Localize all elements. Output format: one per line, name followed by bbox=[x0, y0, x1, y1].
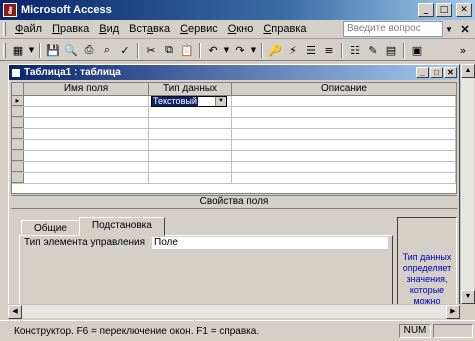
data-type-cell[interactable]: Текстовый ▼ bbox=[149, 96, 232, 107]
status-bar: Конструктор. F6 = переключение окон. F1 … bbox=[0, 320, 475, 341]
table-row[interactable] bbox=[12, 118, 456, 129]
vertical-scrollbar[interactable]: ▲ ▼ bbox=[460, 64, 475, 304]
doc-close-button[interactable]: ✕ bbox=[444, 67, 457, 78]
standard-toolbar: ▦ ▼ 💾 🔍 ⎙ ⌕ ✓ ✂ ⧉ 📋 ↶ ▼ ↷ ▼ 🔑 ⚡ ☰ ≡ ☷ ✎ … bbox=[0, 40, 475, 61]
toolbar-grip[interactable] bbox=[3, 42, 6, 58]
menu-file[interactable]: Файл bbox=[10, 23, 47, 35]
primary-key-icon[interactable]: 🔑 bbox=[267, 42, 283, 58]
undo-dropdown-icon[interactable]: ▼ bbox=[223, 42, 230, 58]
menu-help[interactable]: Справка bbox=[258, 23, 311, 35]
paste-icon[interactable]: 📋 bbox=[179, 42, 195, 58]
doc-minimize-button[interactable]: _ bbox=[416, 67, 429, 78]
insert-rows-icon[interactable]: ☰ bbox=[303, 42, 319, 58]
scroll-up-icon[interactable]: ▲ bbox=[461, 64, 475, 78]
data-type-select[interactable]: Текстовый ▼ bbox=[151, 96, 227, 107]
minimize-button[interactable]: _ bbox=[418, 3, 434, 17]
cut-icon[interactable]: ✂ bbox=[143, 42, 159, 58]
indexes-icon[interactable]: ⚡ bbox=[285, 42, 301, 58]
menu-window[interactable]: Окно bbox=[223, 23, 259, 35]
app-titlebar: ⚷ Microsoft Access _ □ ✕ bbox=[0, 0, 475, 20]
table-row[interactable] bbox=[12, 162, 456, 173]
redo-icon[interactable]: ↷ bbox=[232, 42, 248, 58]
menu-insert[interactable]: Вставка bbox=[124, 23, 175, 35]
toolbar-options-icon[interactable]: » bbox=[455, 42, 471, 58]
view-dropdown-icon[interactable]: ▼ bbox=[28, 42, 35, 58]
view-icon[interactable]: ▦ bbox=[10, 42, 26, 58]
table-row[interactable] bbox=[12, 129, 456, 140]
tab-lookup[interactable]: Подстановка bbox=[78, 217, 165, 236]
scroll-right-icon[interactable]: ▶ bbox=[446, 305, 460, 319]
help-dropdown-icon[interactable]: ▼ bbox=[445, 25, 455, 34]
document-titlebar: Таблица1 : таблица _ □ ✕ bbox=[9, 65, 459, 80]
display-control-label: Тип элемента управления bbox=[24, 237, 146, 248]
print-icon[interactable]: ⎙ bbox=[81, 42, 97, 58]
property-row[interactable]: Тип элемента управления Поле bbox=[24, 237, 388, 249]
grid-header: Имя поля Тип данных Описание bbox=[12, 83, 456, 96]
print-preview-icon[interactable]: ⌕ bbox=[99, 42, 115, 58]
document-title: Таблица1 : таблица bbox=[24, 67, 121, 78]
new-object-icon[interactable]: ▣ bbox=[409, 42, 425, 58]
search-icon[interactable]: 🔍 bbox=[63, 42, 79, 58]
save-icon[interactable]: 💾 bbox=[45, 42, 61, 58]
doc-maximize-button[interactable]: □ bbox=[430, 67, 443, 78]
field-grid: Имя поля Тип данных Описание ▸ Текстовый… bbox=[11, 82, 457, 194]
tab-general[interactable]: Общие bbox=[21, 220, 80, 236]
help-question-input[interactable]: Введите вопрос bbox=[343, 21, 443, 37]
properties-tabs: Общие Подстановка bbox=[21, 217, 165, 236]
property-hint: Тип данных определяет значения, которые … bbox=[397, 217, 457, 309]
header-description[interactable]: Описание bbox=[232, 83, 456, 95]
header-data-type[interactable]: Тип данных bbox=[149, 83, 232, 95]
horizontal-scrollbar[interactable]: ◀ ▶ bbox=[8, 304, 460, 319]
database-window-icon[interactable]: ▤ bbox=[383, 42, 399, 58]
menu-tools[interactable]: Сервис bbox=[175, 23, 223, 35]
app-title: Microsoft Access bbox=[21, 4, 112, 16]
field-properties-bar: Свойства поля bbox=[11, 195, 457, 209]
delete-rows-icon[interactable]: ≡ bbox=[321, 42, 337, 58]
table-row[interactable]: ▸ Текстовый ▼ bbox=[12, 96, 456, 107]
maximize-button[interactable]: □ bbox=[436, 3, 452, 17]
build-icon[interactable]: ✎ bbox=[365, 42, 381, 58]
properties-icon[interactable]: ☷ bbox=[347, 42, 363, 58]
header-field-name[interactable]: Имя поля bbox=[24, 83, 149, 95]
table-row[interactable] bbox=[12, 140, 456, 151]
copy-icon[interactable]: ⧉ bbox=[161, 42, 177, 58]
scroll-down-icon[interactable]: ▼ bbox=[461, 290, 475, 304]
table-design-window: Таблица1 : таблица _ □ ✕ Имя поля Тип да… bbox=[8, 64, 460, 318]
data-type-value: Текстовый bbox=[152, 96, 198, 106]
field-name-cell[interactable] bbox=[24, 96, 149, 106]
spelling-icon[interactable]: ✓ bbox=[117, 42, 133, 58]
description-cell[interactable] bbox=[232, 96, 456, 106]
num-lock-indicator: NUM bbox=[399, 324, 431, 338]
menubar-grip[interactable] bbox=[3, 22, 6, 36]
close-button[interactable]: ✕ bbox=[456, 3, 472, 17]
lookup-tab-panel: Тип элемента управления Поле bbox=[19, 235, 393, 307]
table-row[interactable] bbox=[12, 173, 456, 184]
table-row[interactable] bbox=[12, 151, 456, 162]
undo-icon[interactable]: ↶ bbox=[205, 42, 221, 58]
menu-bar: Файл Правка Вид Вставка Сервис Окно Спра… bbox=[0, 20, 475, 39]
menu-view[interactable]: Вид bbox=[94, 23, 124, 35]
document-close-button[interactable]: ✕ bbox=[457, 23, 473, 36]
menu-edit[interactable]: Правка bbox=[47, 23, 94, 35]
scroll-left-icon[interactable]: ◀ bbox=[8, 305, 22, 319]
redo-dropdown-icon[interactable]: ▼ bbox=[250, 42, 257, 58]
table-row[interactable] bbox=[12, 107, 456, 118]
status-text: Конструктор. F6 = переключение окон. F1 … bbox=[14, 325, 260, 337]
chevron-down-icon[interactable]: ▼ bbox=[215, 97, 226, 106]
table-icon bbox=[11, 67, 21, 78]
access-key-icon: ⚷ bbox=[3, 3, 17, 17]
row-selector-current-icon[interactable]: ▸ bbox=[12, 96, 24, 106]
display-control-value[interactable]: Поле bbox=[152, 237, 388, 249]
